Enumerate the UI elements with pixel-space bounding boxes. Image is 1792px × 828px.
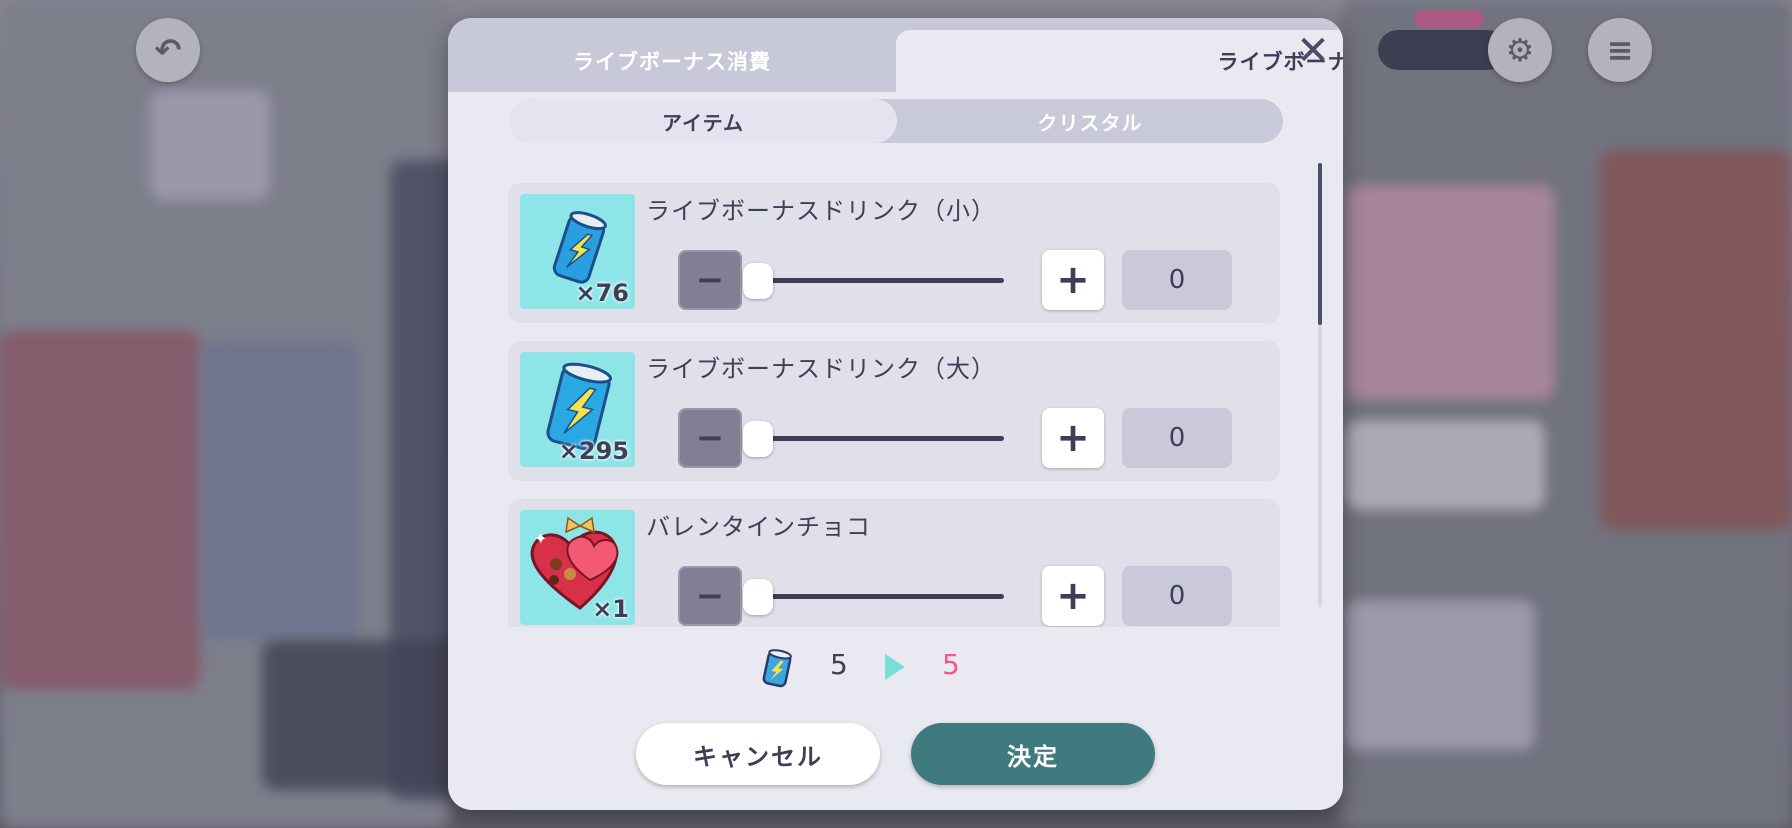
cancel-button[interactable]: キャンセル — [636, 723, 880, 785]
item-name: バレンタインチョコ — [646, 513, 871, 541]
quantity-field[interactable]: 0 — [1122, 250, 1232, 310]
drink-can-small-icon: ×76 — [520, 194, 635, 309]
tab-live-bonus-recover[interactable]: ライブボーナス回復 — [896, 30, 1343, 92]
slider-handle[interactable] — [743, 421, 773, 457]
item-count: ×1 — [592, 595, 629, 623]
arrow-right-icon — [885, 654, 905, 680]
slider-handle[interactable] — [743, 263, 773, 299]
subtab-bar: アイテム クリスタル — [509, 99, 1283, 143]
list-item: ✦ ×1 バレンタインチョコ − + 0 — [508, 499, 1280, 627]
item-name: ライブボーナスドリンク（小） — [646, 197, 996, 225]
slider-track — [758, 278, 1004, 283]
valentine-chocolate-icon: ✦ ×1 — [520, 510, 635, 625]
item-name: ライブボーナスドリンク（大） — [646, 355, 996, 383]
tab-bar: ライブボーナス消費 ライブボーナス回復 ✕ — [448, 18, 1343, 92]
tab-live-bonus-consume[interactable]: ライブボーナス消費 — [448, 30, 896, 92]
result-value: 5 — [942, 648, 960, 681]
subtab-crystal[interactable]: クリスタル — [897, 99, 1283, 143]
quantity-slider[interactable] — [743, 263, 1004, 299]
live-bonus-summary: 5 5 — [760, 640, 1060, 696]
live-bonus-drink-icon — [762, 649, 792, 688]
slider-track — [758, 436, 1004, 441]
slider-track — [758, 594, 1004, 599]
drink-can-large-icon: ×295 — [520, 352, 635, 467]
quantity-field[interactable]: 0 — [1122, 566, 1232, 626]
current-value: 5 — [830, 648, 848, 681]
scrollbar-thumb[interactable] — [1318, 163, 1322, 325]
scrollbar[interactable] — [1318, 163, 1322, 607]
live-bonus-dialog: ライブボーナス消費 ライブボーナス回復 ✕ アイテム クリスタル ×76 ライブ… — [448, 18, 1343, 810]
subtab-item[interactable]: アイテム — [509, 99, 897, 143]
decrease-button[interactable]: − — [678, 566, 742, 626]
svg-text:✦: ✦ — [534, 529, 547, 548]
decrease-button[interactable]: − — [678, 250, 742, 310]
item-count: ×76 — [575, 279, 629, 307]
increase-button[interactable]: + — [1042, 408, 1104, 468]
increase-button[interactable]: + — [1042, 250, 1104, 310]
item-list[interactable]: ×76 ライブボーナスドリンク（小） − + 0 ×295 ライブボーナスドリン… — [508, 183, 1292, 627]
list-item: ×76 ライブボーナスドリンク（小） − + 0 — [508, 183, 1280, 323]
increase-button[interactable]: + — [1042, 566, 1104, 626]
decrease-button[interactable]: − — [678, 408, 742, 468]
quantity-slider[interactable] — [743, 579, 1004, 615]
quantity-field[interactable]: 0 — [1122, 408, 1232, 468]
list-item: ×295 ライブボーナスドリンク（大） − + 0 — [508, 341, 1280, 481]
item-count: ×295 — [558, 437, 629, 465]
slider-handle[interactable] — [743, 579, 773, 615]
close-icon[interactable]: ✕ — [1286, 28, 1340, 74]
confirm-button[interactable]: 決定 — [911, 723, 1155, 785]
quantity-slider[interactable] — [743, 421, 1004, 457]
